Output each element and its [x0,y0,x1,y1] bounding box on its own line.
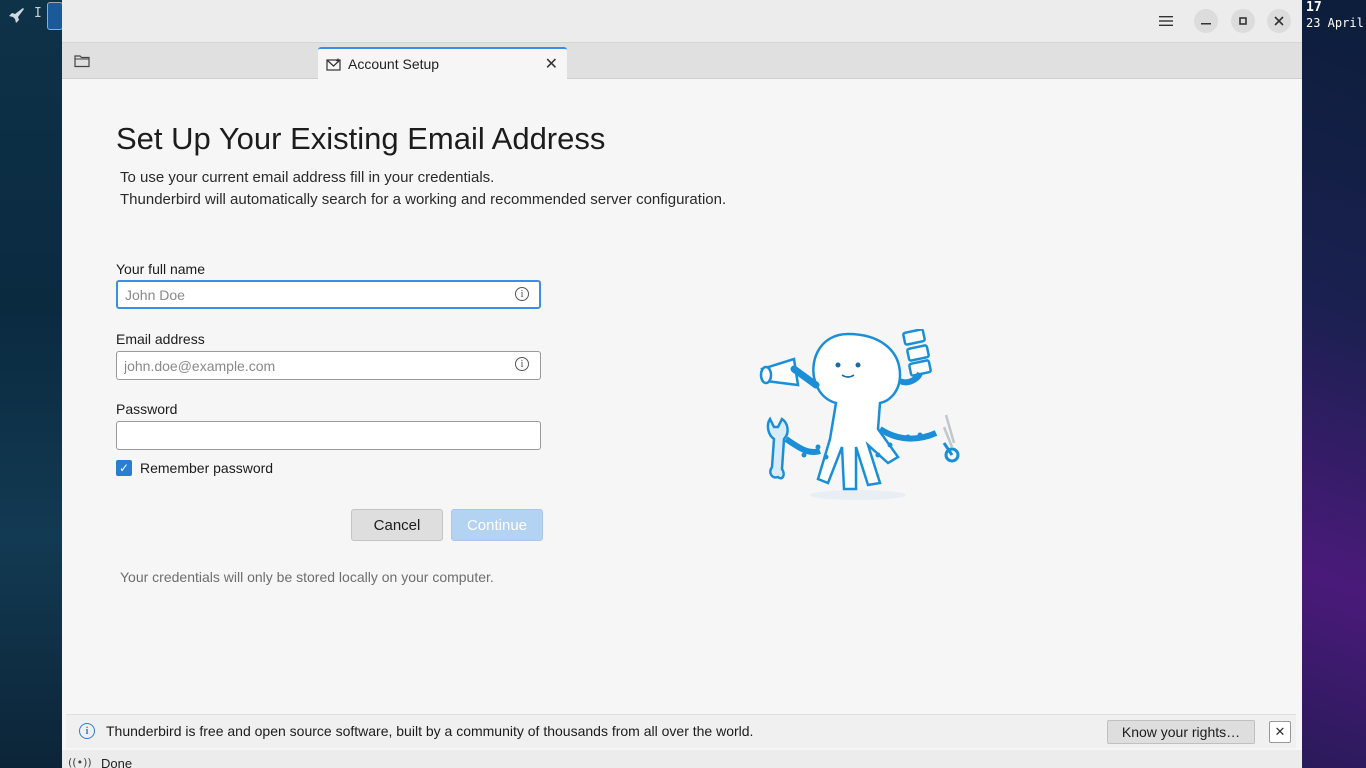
activity-icon: ((•)) [68,756,92,768]
tab-label: Account Setup [348,56,440,72]
status-bar: ((•)) Done [62,750,1302,768]
tab-bar: Account Setup ✕ [62,43,1302,79]
info-icon[interactable]: i [515,287,529,301]
password-input[interactable] [116,421,541,450]
account-setup-content: Set Up Your Existing Email Address To us… [62,79,1302,711]
info-icon: i [79,723,95,739]
full-name-input[interactable] [116,280,541,309]
envelope-icon [326,57,342,71]
thunderbird-window: Account Setup ✕ Set Up Your Existing Ema… [62,0,1302,768]
desktop-right-panel [1302,0,1366,768]
octopus-mascot-illustration [759,329,960,500]
info-icon[interactable]: i [515,357,529,371]
password-label: Password [116,401,178,417]
cancel-button[interactable]: Cancel [351,509,443,541]
close-icon[interactable]: ✕ [1269,721,1291,743]
tab-close-icon[interactable]: ✕ [545,54,558,73]
remember-password-label[interactable]: Remember password [140,460,273,476]
continue-button[interactable]: Continue [451,509,543,541]
email-input[interactable] [116,351,541,380]
page-description: To use your current email address fill i… [120,167,726,211]
clock-date: 23 April [1306,16,1364,30]
minimize-icon[interactable] [1194,9,1218,33]
desktop-left-panel: I [0,0,63,768]
taskbar-app-icon[interactable] [47,2,63,30]
folder-icon[interactable] [74,53,90,68]
status-text: Done [101,756,133,768]
name-label: Your full name [116,261,205,277]
titlebar[interactable] [62,0,1302,43]
remember-password-checkbox[interactable]: ✓ [116,460,132,476]
notification-bar: i Thunderbird is free and open source so… [66,714,1296,748]
launcher-text[interactable]: I [34,6,42,21]
close-icon[interactable] [1267,9,1291,33]
description-line-2: Thunderbird will automatically search fo… [120,191,727,208]
maximize-icon[interactable] [1231,9,1255,33]
email-label: Email address [116,331,205,347]
clock-hour: 17 [1306,0,1322,15]
hamburger-menu-icon[interactable] [1154,9,1178,33]
page-title: Set Up Your Existing Email Address [116,121,606,156]
know-your-rights-button[interactable]: Know your rights… [1107,720,1255,744]
credentials-note: Your credentials will only be stored loc… [120,569,494,585]
rocket-icon[interactable] [6,6,26,26]
description-line-1: To use your current email address fill i… [120,169,495,186]
notification-text: Thunderbird is free and open source soft… [106,723,754,739]
tab-account-setup[interactable]: Account Setup ✕ [318,47,567,79]
